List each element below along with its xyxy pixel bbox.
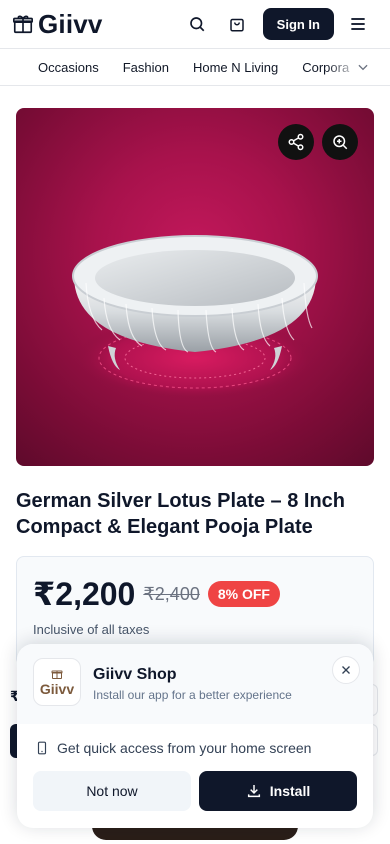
chevron-down-icon: [358, 64, 368, 71]
app-icon-text: Giivv: [39, 681, 75, 697]
download-icon: [247, 785, 260, 798]
price: ₹2,200: [33, 576, 136, 612]
phone-icon: [37, 741, 47, 755]
nav-item-fashion[interactable]: Fashion: [123, 60, 169, 75]
search-button[interactable]: [177, 4, 217, 44]
nav-item-occasions[interactable]: Occasions: [38, 60, 99, 75]
share-icon: [288, 133, 304, 151]
menu-icon: [351, 18, 365, 30]
top-header: Giivv Sign In: [0, 0, 390, 48]
popup-subtitle: Install our app for a better experience: [93, 688, 292, 702]
cart-button[interactable]: [217, 4, 257, 44]
share-button[interactable]: [278, 124, 314, 160]
app-icon: Giivv: [33, 658, 81, 706]
gift-icon: [51, 670, 63, 679]
install-popup: Giivv Giivv Shop Install our app for a b…: [17, 644, 373, 828]
logo[interactable]: Giivv: [12, 11, 103, 37]
close-button[interactable]: [332, 656, 360, 684]
menu-button[interactable]: [338, 4, 378, 44]
nav-item-home-n-living[interactable]: Home N Living: [193, 60, 278, 75]
bag-icon: [229, 18, 244, 32]
sign-in-button[interactable]: Sign In: [262, 8, 334, 40]
product-title: German Silver Lotus Plate – 8 Inch Compa…: [16, 490, 346, 538]
not-now-button[interactable]: Not now: [33, 771, 191, 811]
zoom-button[interactable]: [322, 124, 358, 160]
install-label: Install: [269, 783, 311, 799]
quick-access-text: Get quick access from your home screen: [57, 740, 312, 756]
gift-logo-icon: [13, 15, 33, 34]
install-button[interactable]: Install: [199, 771, 357, 811]
logo-text: Giivv: [38, 9, 103, 39]
zoom-icon: [333, 135, 348, 150]
product-photo: [72, 235, 318, 400]
close-icon: [342, 666, 350, 674]
category-nav: Occasions Fashion Home N Living Corpora: [0, 48, 390, 86]
quick-access-row: Get quick access from your home screen: [35, 740, 311, 756]
discount-badge: 8% OFF: [207, 581, 280, 607]
original-price: ₹2,400: [143, 583, 200, 604]
nav-scroll-button[interactable]: [326, 49, 390, 85]
popup-app-name: Giivv Shop: [93, 666, 177, 683]
tax-note: Inclusive of all taxes: [33, 622, 150, 637]
product-image[interactable]: [16, 108, 374, 466]
search-icon: [189, 17, 204, 32]
